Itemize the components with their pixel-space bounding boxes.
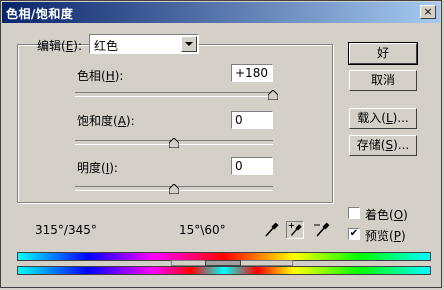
eyedropper-plus-icon xyxy=(288,222,302,236)
ok-button[interactable]: 好 xyxy=(348,42,418,65)
close-icon: × xyxy=(423,5,433,18)
colorize-checkbox[interactable] xyxy=(348,207,360,219)
eyedropper-add-tool[interactable] xyxy=(286,221,304,239)
adjustment-group xyxy=(17,44,333,203)
hue-slider-thumb[interactable] xyxy=(268,90,278,100)
eyedropper-minus-icon xyxy=(314,222,330,237)
hue-label: 色相(H): xyxy=(77,69,124,83)
cancel-button[interactable]: 取消 xyxy=(349,70,417,91)
edit-channel-value: 红色 xyxy=(94,39,119,53)
hue-input[interactable]: +180 xyxy=(231,64,273,82)
lightness-slider-thumb[interactable] xyxy=(169,184,179,194)
edit-channel-select[interactable]: 红色 xyxy=(89,34,199,54)
title-bar[interactable]: 色相/饱和度 × xyxy=(2,2,440,23)
dialog-title: 色相/饱和度 xyxy=(6,7,74,21)
saturation-slider-thumb[interactable] xyxy=(169,138,179,148)
load-button[interactable]: 载入(L)... xyxy=(349,108,417,129)
close-button[interactable]: × xyxy=(420,5,436,19)
eyedropper-subtract-tool[interactable] xyxy=(313,221,331,239)
output-color-bar xyxy=(17,266,431,275)
hue-saturation-dialog: 色相/饱和度 × 编辑(E): 红色 色相(H): +180 饱和度(A): 0… xyxy=(0,0,442,288)
range-right-readout: 15°\60° xyxy=(179,223,226,237)
saturation-input[interactable]: 0 xyxy=(231,111,273,129)
save-button[interactable]: 存储(S)... xyxy=(349,135,417,156)
preview-label[interactable]: 预览(P) xyxy=(365,227,406,244)
preview-checkbox[interactable]: ✔ xyxy=(348,228,360,240)
eyedropper-icon xyxy=(265,222,279,237)
checkmark-icon: ✔ xyxy=(349,228,359,239)
edit-label: 编辑(E): xyxy=(37,39,83,53)
chevron-down-icon[interactable] xyxy=(181,36,197,52)
range-center-handle[interactable] xyxy=(205,260,241,266)
hue-slider-track[interactable] xyxy=(75,92,273,97)
eyedropper-tool[interactable] xyxy=(262,221,280,239)
lightness-label: 明度(I): xyxy=(77,161,118,175)
range-left-readout: 315°/345° xyxy=(35,223,97,237)
saturation-label: 饱和度(A): xyxy=(77,114,135,128)
lightness-input[interactable]: 0 xyxy=(231,157,273,175)
colorize-label[interactable]: 着色(O) xyxy=(365,206,408,223)
